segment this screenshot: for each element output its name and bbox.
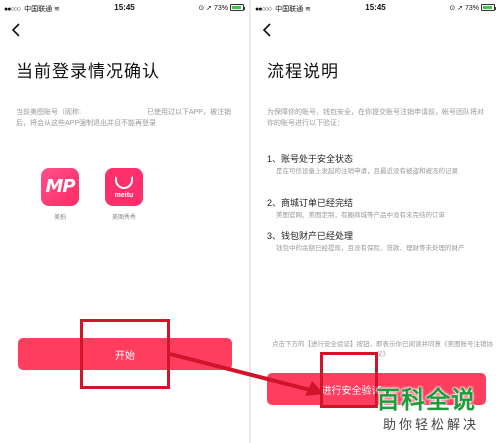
app-label-meipai: 美拍: [53, 215, 66, 221]
status-right: ⊙ ➚ 73%: [198, 4, 245, 12]
location-icon: ➚: [457, 5, 464, 12]
back-button[interactable]: [8, 20, 24, 40]
back-arrow-icon: [262, 23, 271, 37]
meitu-app-icon: meitu: [105, 168, 143, 206]
meipai-app-icon: MP: [41, 168, 79, 206]
back-arrow-icon: [11, 23, 20, 37]
account-description: 当前美图账号（昵称: 已使用过以下APP，被注销后，将会从这些APP强制退出并且不…: [16, 109, 231, 127]
app-label-meitu: 美图秀秀: [111, 215, 136, 221]
check-item-orders: 2、商城订单已经完结 美图官网、美图定制，有圈商城等产品中没有未完结的订单: [267, 197, 490, 221]
battery-percent: 73%: [464, 5, 479, 12]
lock-rotation-icon: ⊙: [449, 5, 456, 12]
agreement-footnote: 点击下方的【进行安全验证】按钮，即表示你已阅读并同意《美图账号注销协议》: [272, 341, 493, 358]
watermark-logo: 百科全说 助你轻松解决: [374, 380, 498, 440]
process-description-screen: ●●○○○ 中国联通 ≋ 15:45 ⊙ ➚ 73% 流程说明 为保障你的账号、…: [251, 0, 500, 443]
start-button[interactable]: 开始: [18, 338, 232, 370]
check-item-account-safety: 1、账号处于安全状态 是在可信设备上发起的注销申请，且最近没有被盗和被冻的记录: [267, 153, 490, 177]
battery-percent: 73%: [213, 5, 228, 12]
page-title: 流程说明: [267, 62, 339, 81]
check-item-detail: 美图官网、美图定制，有圈商城等产品中没有未完结的订单: [276, 212, 445, 219]
check-item-detail: 钱包中的余额已经提现，且没有保险、贷款、理财等未处理的财产: [276, 245, 465, 252]
check-item-title: 1、账号处于安全状态: [267, 154, 354, 164]
login-status-screen: ●●○○○ 中国联通 ≋ 15:45 ⊙ ➚ 73% 当前登录情况确认 当前美图…: [0, 0, 249, 443]
lock-rotation-icon: ⊙: [198, 5, 205, 12]
process-description: 为保障你的账号、钱包安全，在你提交账号注销申请前，帐号团队将对你的账号进行以下验…: [267, 109, 484, 127]
check-item-detail: 是在可信设备上发起的注销申请，且最近没有被盗和被冻的记录: [276, 168, 458, 175]
status-right: ⊙ ➚ 73%: [449, 4, 496, 12]
check-item-title: 2、商城订单已经完结: [267, 198, 354, 208]
battery-icon: [230, 4, 244, 11]
check-item-wallet: 3、钱包财产已经处理 钱包中的余额已经提现，且没有保险、贷款、理财等未处理的财产: [267, 230, 490, 254]
back-button[interactable]: [259, 20, 275, 40]
location-icon: ➚: [206, 5, 213, 12]
status-bar: ●●○○○ 中国联通 ≋ 15:45 ⊙ ➚ 73%: [251, 0, 500, 16]
check-item-title: 3、钱包财产已经处理: [267, 231, 354, 241]
watermark-subtitle: 助你轻松解决: [383, 417, 480, 432]
battery-icon: [481, 4, 495, 11]
status-bar: ●●○○○ 中国联通 ≋ 15:45 ⊙ ➚ 73%: [0, 0, 249, 16]
page-title: 当前登录情况确认: [16, 62, 160, 81]
watermark-title: 百科全说: [376, 387, 476, 414]
